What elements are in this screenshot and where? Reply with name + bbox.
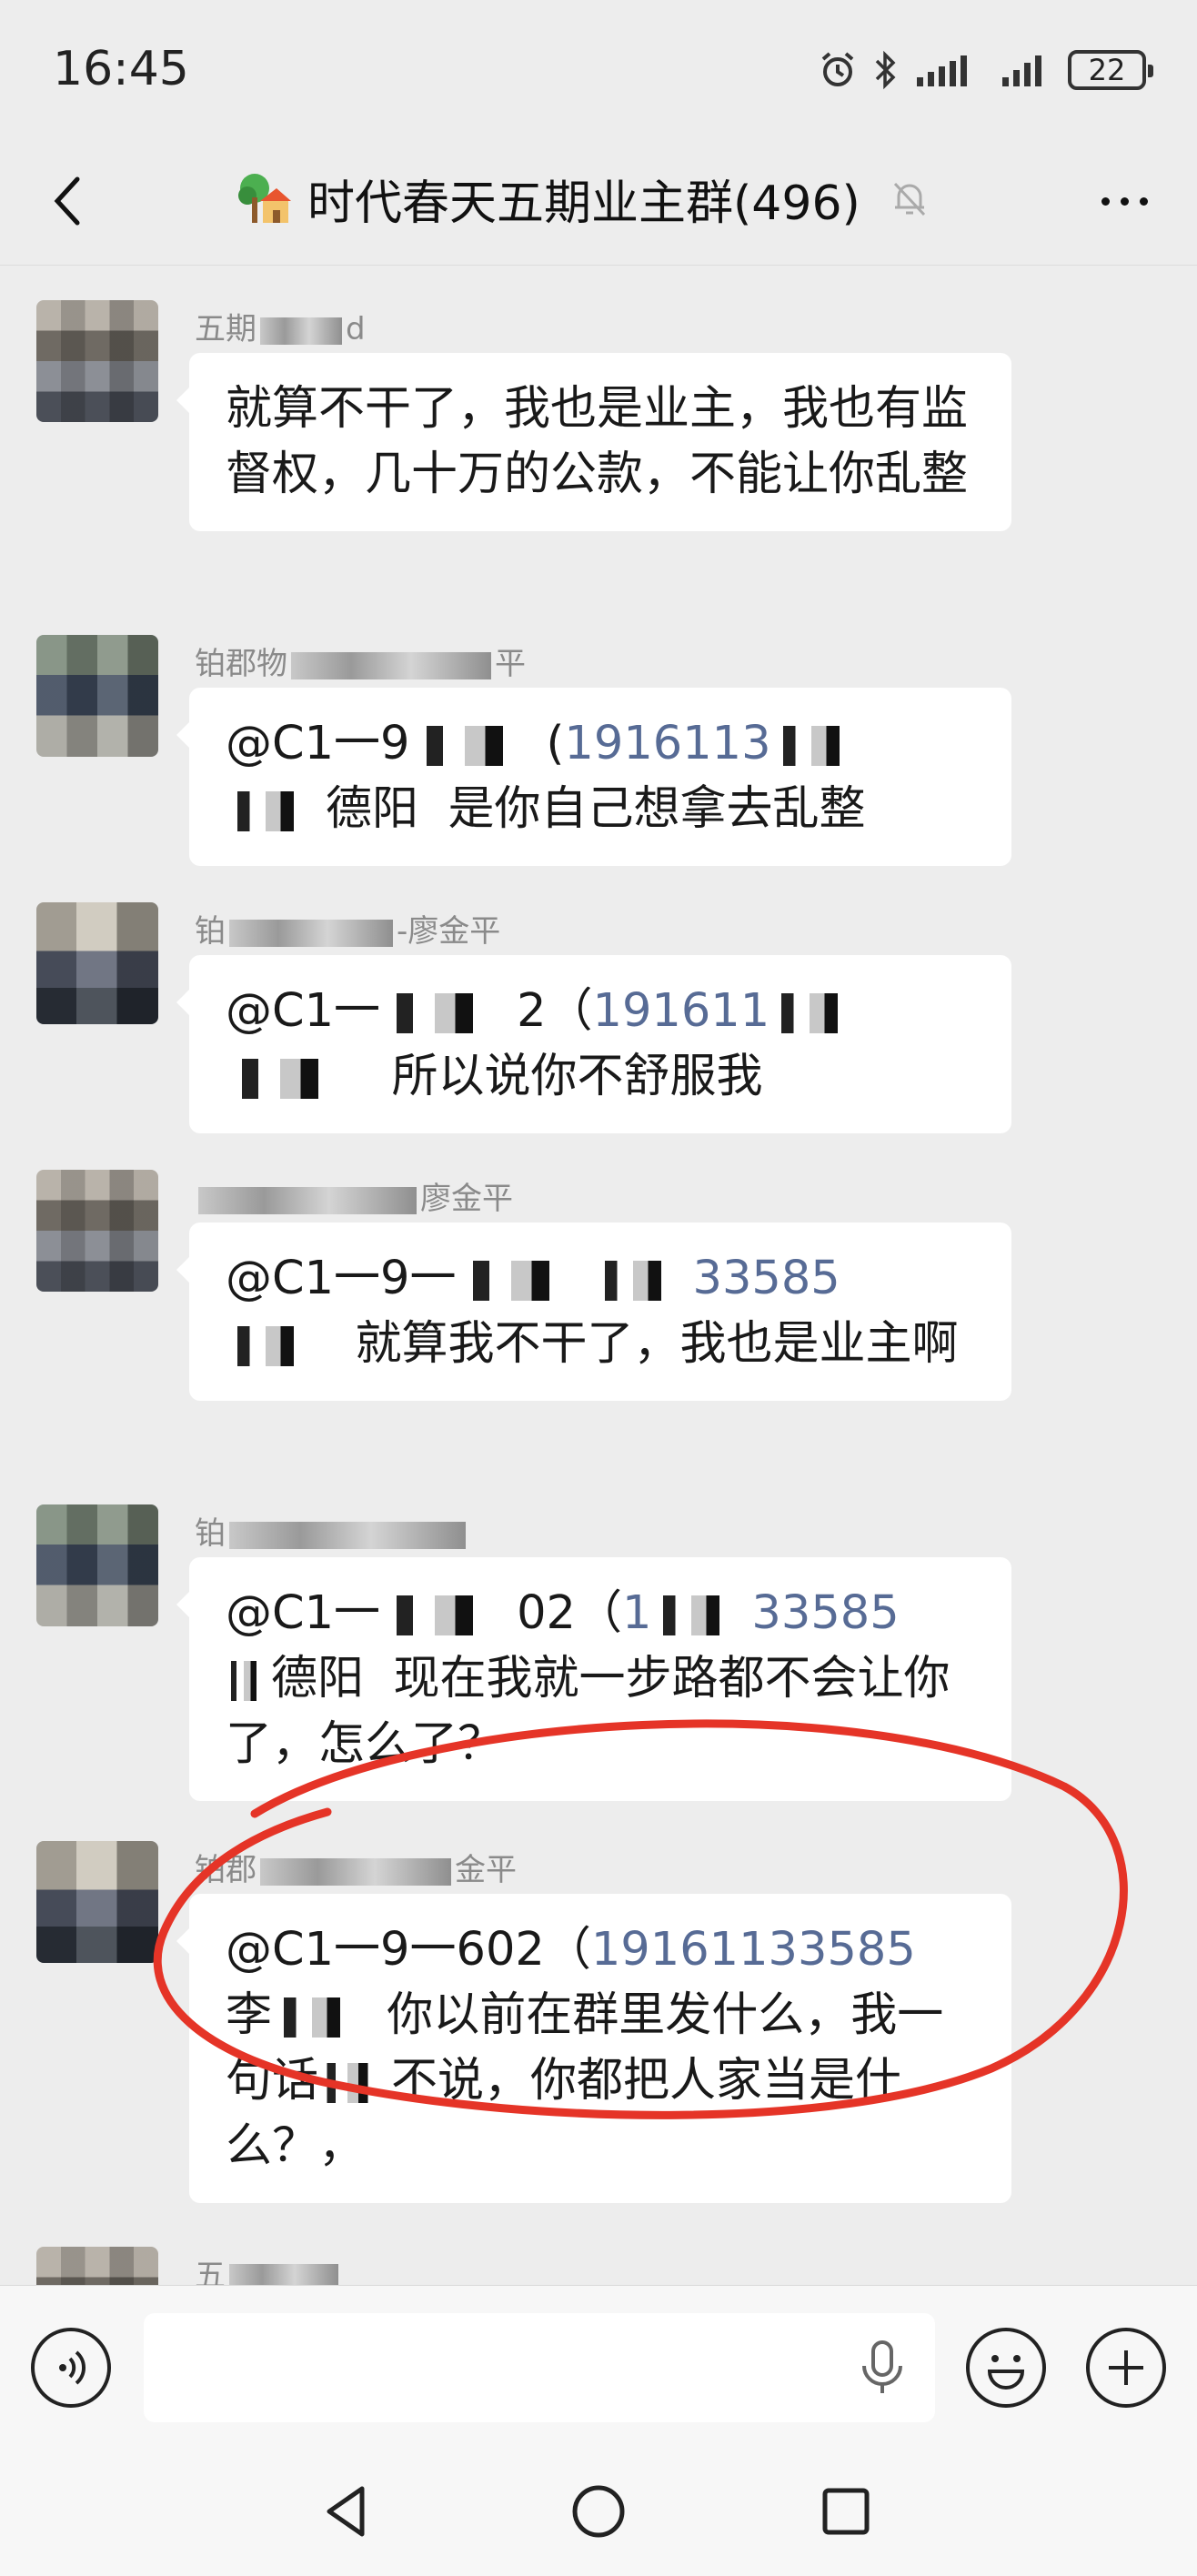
- mention-text: @C1一9一: [226, 1252, 457, 1305]
- message-bubble[interactable]: @C1一 02（1 33585 德阳 现在我就一步路都不会让你了，怎么了？: [176, 1557, 1011, 1801]
- redacted-block: [229, 919, 393, 947]
- input-bar: [0, 2285, 1197, 2449]
- sender-name: 铂: [195, 1508, 469, 1553]
- signal-icon: [917, 55, 967, 86]
- avatar[interactable]: [36, 1841, 158, 1963]
- dot-icon: [1101, 196, 1110, 206]
- avatar[interactable]: [36, 902, 158, 1024]
- redacted-mosaic: [226, 1326, 326, 1366]
- mention-phone[interactable]: 1916113: [564, 717, 770, 770]
- bluetooth-icon: [875, 50, 896, 90]
- chat-title-group: 时代春天五期业主群(496): [236, 162, 931, 235]
- redacted-mosaic: [380, 993, 518, 1033]
- redacted-block: [198, 1186, 417, 1214]
- redacted-block: [260, 317, 342, 345]
- mention-phone[interactable]: 33585: [693, 1252, 840, 1305]
- signal-icon-2: [1002, 55, 1041, 86]
- message-bubble[interactable]: @C1一9 (1916113 德阳 是你自己想拿去乱整: [176, 688, 1011, 866]
- plus-icon: [1109, 2350, 1143, 2385]
- avatar[interactable]: [36, 1504, 158, 1626]
- avatar[interactable]: [36, 300, 158, 422]
- redacted-mosaic: [226, 791, 326, 831]
- back-button[interactable]: [36, 169, 100, 233]
- message-bubble[interactable]: @C1一 2（191611 所以说你不舒服我: [176, 955, 1011, 1133]
- mention-text: @C1一9一602（: [226, 1923, 591, 1977]
- status-bar: 16:45 22: [0, 0, 1197, 136]
- sender-name: 廖金平: [195, 1173, 513, 1218]
- mention-phone[interactable]: 191611: [593, 984, 770, 1038]
- redacted-mosaic: [456, 1261, 593, 1301]
- smiley-icon: [987, 2355, 1025, 2390]
- redacted-mosaic: [651, 1595, 752, 1635]
- chat-title: 时代春天五期业主群(496): [307, 176, 860, 231]
- redacted-mosaic: [318, 2063, 392, 2103]
- battery-indicator: 22: [1068, 50, 1153, 90]
- redacted-mosaic: [409, 726, 547, 766]
- chevron-left-icon: [54, 176, 80, 226]
- microphone-icon[interactable]: [855, 2339, 910, 2397]
- redacted-block: [229, 1521, 466, 1549]
- mention-phone[interactable]: 19161133585: [591, 1923, 916, 1977]
- redacted-block: [291, 651, 491, 679]
- sender-name: 五: [195, 2250, 342, 2285]
- redacted-mosaic: [226, 1661, 271, 1701]
- sender-name: 五期 d: [195, 311, 366, 347]
- chat-message-list[interactable]: 五期 d 就算不干了，我也是业主，我也有监督权，几十万的公款，不能让你乱整 铂郡物…: [0, 266, 1197, 2285]
- redacted-mosaic: [226, 1059, 362, 1099]
- avatar[interactable]: [36, 635, 158, 757]
- sender-name: 铂郡 金平: [195, 1852, 517, 1888]
- alarm-icon: [821, 52, 854, 86]
- emoji-button[interactable]: [966, 2328, 1046, 2408]
- redacted-block: [229, 2263, 338, 2285]
- mention-phone[interactable]: 33585: [751, 1586, 899, 1640]
- dot-icon: [1139, 196, 1148, 206]
- mention-text: @C1一9: [226, 717, 410, 770]
- redacted-mosaic: [592, 1261, 693, 1301]
- message-bubble[interactable]: @C1一9一602（19161133585 李 你以前在群里发什么，我一句话 不说…: [176, 1894, 1011, 2203]
- avatar[interactable]: [36, 2247, 158, 2285]
- dot-icon: [1120, 196, 1129, 206]
- message-bubble[interactable]: @C1一9一 33585 就算我不干了，我也是业主啊: [176, 1223, 1011, 1401]
- tree-house-icon: [238, 174, 291, 223]
- message-bubble[interactable]: 就算不干了，我也是业主，我也有监督权，几十万的公款，不能让你乱整: [176, 353, 1011, 531]
- redacted-mosaic: [770, 726, 871, 766]
- system-navigation-bar: [0, 2449, 1197, 2576]
- more-options-button[interactable]: [1088, 169, 1161, 233]
- nav-recents-icon[interactable]: [814, 2480, 878, 2543]
- mute-bell-icon: [893, 182, 925, 216]
- avatar[interactable]: [36, 1170, 158, 1292]
- redacted-mosaic: [770, 993, 870, 1033]
- mention-text: @C1一: [226, 984, 381, 1038]
- more-actions-button[interactable]: [1086, 2328, 1166, 2408]
- voice-mode-button[interactable]: [31, 2328, 111, 2408]
- chat-header: 时代春天五期业主群(496): [0, 136, 1197, 266]
- status-time: 16:45: [53, 42, 189, 96]
- redacted-mosaic: [272, 1997, 373, 2038]
- redacted-block: [260, 1857, 451, 1886]
- nav-back-icon[interactable]: [317, 2480, 380, 2543]
- sender-name: 铂 -廖金平: [195, 913, 501, 950]
- nav-home-icon[interactable]: [567, 2480, 630, 2543]
- sender-name: 铂郡物平: [195, 646, 526, 682]
- status-icons: 22: [819, 47, 1153, 93]
- voice-wave-icon: [59, 2350, 86, 2385]
- message-input[interactable]: [144, 2313, 935, 2422]
- redacted-mosaic: [380, 1595, 518, 1635]
- mention-text: @C1一: [226, 1586, 381, 1640]
